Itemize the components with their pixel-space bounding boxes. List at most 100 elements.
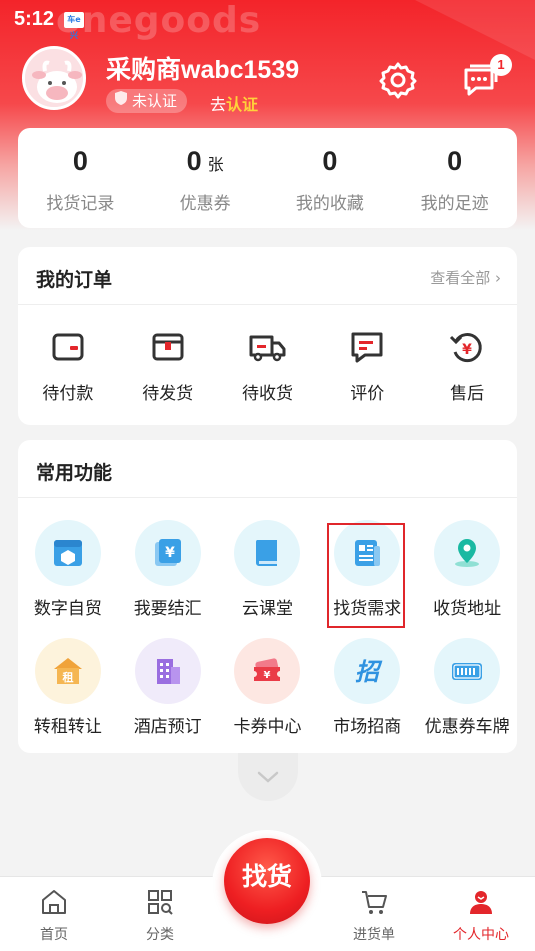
function-hotel-booking[interactable]: 酒店预订 (118, 638, 218, 756)
svg-text:¥: ¥ (462, 342, 472, 358)
stats-card: 0 找货记录 0张 优惠券 0 我的收藏 0 我的足迹 (18, 128, 517, 228)
view-all-orders-link[interactable]: 查看全部 › (430, 267, 501, 288)
svg-text:¥: ¥ (165, 545, 175, 561)
tab-label: 首页 (40, 927, 68, 943)
order-pending-payment[interactable]: 待付款 (18, 327, 118, 404)
function-icon-bg (234, 520, 301, 586)
tab-cart[interactable]: 进货单 (324, 877, 424, 951)
function-rent-transfer[interactable]: 租 转租转让 (18, 638, 118, 756)
refund-icon: ¥ (450, 333, 482, 363)
function-label: 酒店预订 (133, 717, 202, 737)
stat-label: 找货记录 (46, 194, 115, 214)
function-exchange-settlement[interactable]: ¥ 我要结汇 (118, 520, 218, 638)
username: 采购商wabc1539 (106, 56, 300, 84)
order-pending-shipment[interactable]: 待发货 (118, 327, 218, 404)
function-label: 数字自贸 (33, 599, 102, 619)
orders-header: 我的订单 查看全部 › (18, 247, 517, 305)
tab-home[interactable]: 首页 (4, 877, 104, 951)
ticket-icon: ¥ (254, 658, 281, 681)
function-label: 我要结汇 (133, 599, 202, 619)
tab-label: 进货单 (353, 927, 395, 943)
exchange-settlement-icon: ¥ (154, 539, 181, 566)
function-cloud-class[interactable]: 云课堂 (218, 520, 318, 638)
function-label: 市场招商 (333, 717, 402, 737)
function-icon-bg: ¥ (134, 520, 201, 586)
section-title: 我的订单 (36, 269, 113, 291)
certification-status-badge: 未认证 (106, 89, 188, 113)
stat-unit: 张 (207, 157, 224, 174)
functions-header: 常用功能 (18, 440, 517, 498)
stat-value: 0张 (186, 146, 224, 176)
order-review[interactable]: 评价 (317, 327, 417, 404)
function-icon-bg: 招 (334, 638, 401, 704)
box-icon (152, 333, 184, 361)
go-cert-prefix: 去 (210, 95, 227, 114)
user-icon (470, 891, 492, 914)
function-icon-bg (34, 520, 101, 586)
stat-label: 我的足迹 (420, 194, 489, 214)
order-after-sales[interactable]: ¥ 售后 (417, 327, 517, 404)
order-label: 待发货 (142, 384, 194, 404)
go-certify-link[interactable]: 去认证 (210, 91, 258, 115)
settings-button[interactable] (378, 60, 418, 100)
order-pending-receipt[interactable]: 待收货 (218, 327, 318, 404)
stat-favorites[interactable]: 0 我的收藏 (268, 128, 393, 228)
orders-card: 我的订单 查看全部 › 待付款 待发货 待收货 评价 ¥ 售后 (18, 247, 517, 425)
function-ticket-center[interactable]: ¥ 卡券中心 (218, 638, 318, 756)
status-bar: 5:12 车e兴 (0, 0, 535, 40)
function-shipping-address[interactable]: 收货地址 (417, 520, 517, 638)
function-icon-bg: ¥ (234, 638, 301, 704)
hotel-building-icon (156, 659, 180, 684)
tab-profile[interactable]: 个人中心 (431, 877, 531, 951)
order-label: 评价 (350, 384, 385, 404)
chevron-down-icon (257, 771, 279, 783)
digital-trade-icon (53, 540, 82, 566)
highlight-frame (327, 523, 405, 628)
stat-find-records[interactable]: 0 找货记录 (18, 128, 143, 228)
comment-icon (351, 332, 383, 363)
stat-footprints[interactable]: 0 我的足迹 (392, 128, 517, 228)
function-icon-bg (134, 638, 201, 704)
order-label: 待付款 (42, 384, 94, 404)
tab-label: 个人中心 (453, 927, 509, 943)
function-icon-bg (434, 520, 501, 586)
order-label: 待收货 (241, 384, 293, 404)
function-label: 收货地址 (433, 599, 502, 619)
app-notification-icon: 车e兴 (64, 12, 84, 40)
category-grid-icon (148, 890, 173, 915)
function-label: 云课堂 (241, 599, 293, 619)
stat-value: 0 (322, 146, 338, 176)
merchant-recruit-icon: 招 (355, 658, 383, 686)
expand-more-button[interactable] (238, 753, 298, 801)
go-cert-action: 认证 (226, 95, 259, 114)
function-label: 优惠券车牌 (424, 717, 510, 737)
order-label: 售后 (450, 384, 485, 404)
svg-text:租: 租 (62, 671, 73, 684)
avatar[interactable] (22, 46, 86, 110)
function-label: 转租转让 (33, 717, 102, 737)
svg-text:¥: ¥ (264, 670, 271, 681)
find-goods-button[interactable]: 找货 (224, 838, 310, 924)
tab-label: 分类 (146, 927, 174, 943)
stat-coupons[interactable]: 0张 优惠券 (143, 128, 268, 228)
function-market-merchant[interactable]: 招 市场招商 (317, 638, 417, 756)
function-digital-trade[interactable]: 数字自贸 (18, 520, 118, 638)
license-plate-icon (452, 663, 483, 680)
gear-icon (379, 62, 417, 99)
function-coupon-plate[interactable]: 优惠券车牌 (417, 638, 517, 756)
stat-value: 0 (72, 146, 88, 176)
cart-icon (362, 891, 387, 914)
stat-value: 0 (447, 146, 463, 176)
wallet-icon (52, 333, 84, 361)
function-label: 卡券中心 (233, 717, 302, 737)
tab-category[interactable]: 分类 (110, 877, 210, 951)
shield-icon (114, 89, 128, 113)
rent-house-icon: 租 (53, 658, 82, 684)
cert-status-text: 未认证 (132, 92, 178, 110)
truck-icon (249, 335, 286, 362)
function-icon-bg: 租 (34, 638, 101, 704)
section-title: 常用功能 (36, 462, 113, 484)
status-time: 5:12 (14, 8, 55, 30)
common-functions-card: 常用功能 数字自贸 ¥ 我要结汇 云课堂 找货需求 收货地址 租 转租转让 酒店… (18, 440, 517, 753)
function-icon-bg (434, 638, 501, 704)
